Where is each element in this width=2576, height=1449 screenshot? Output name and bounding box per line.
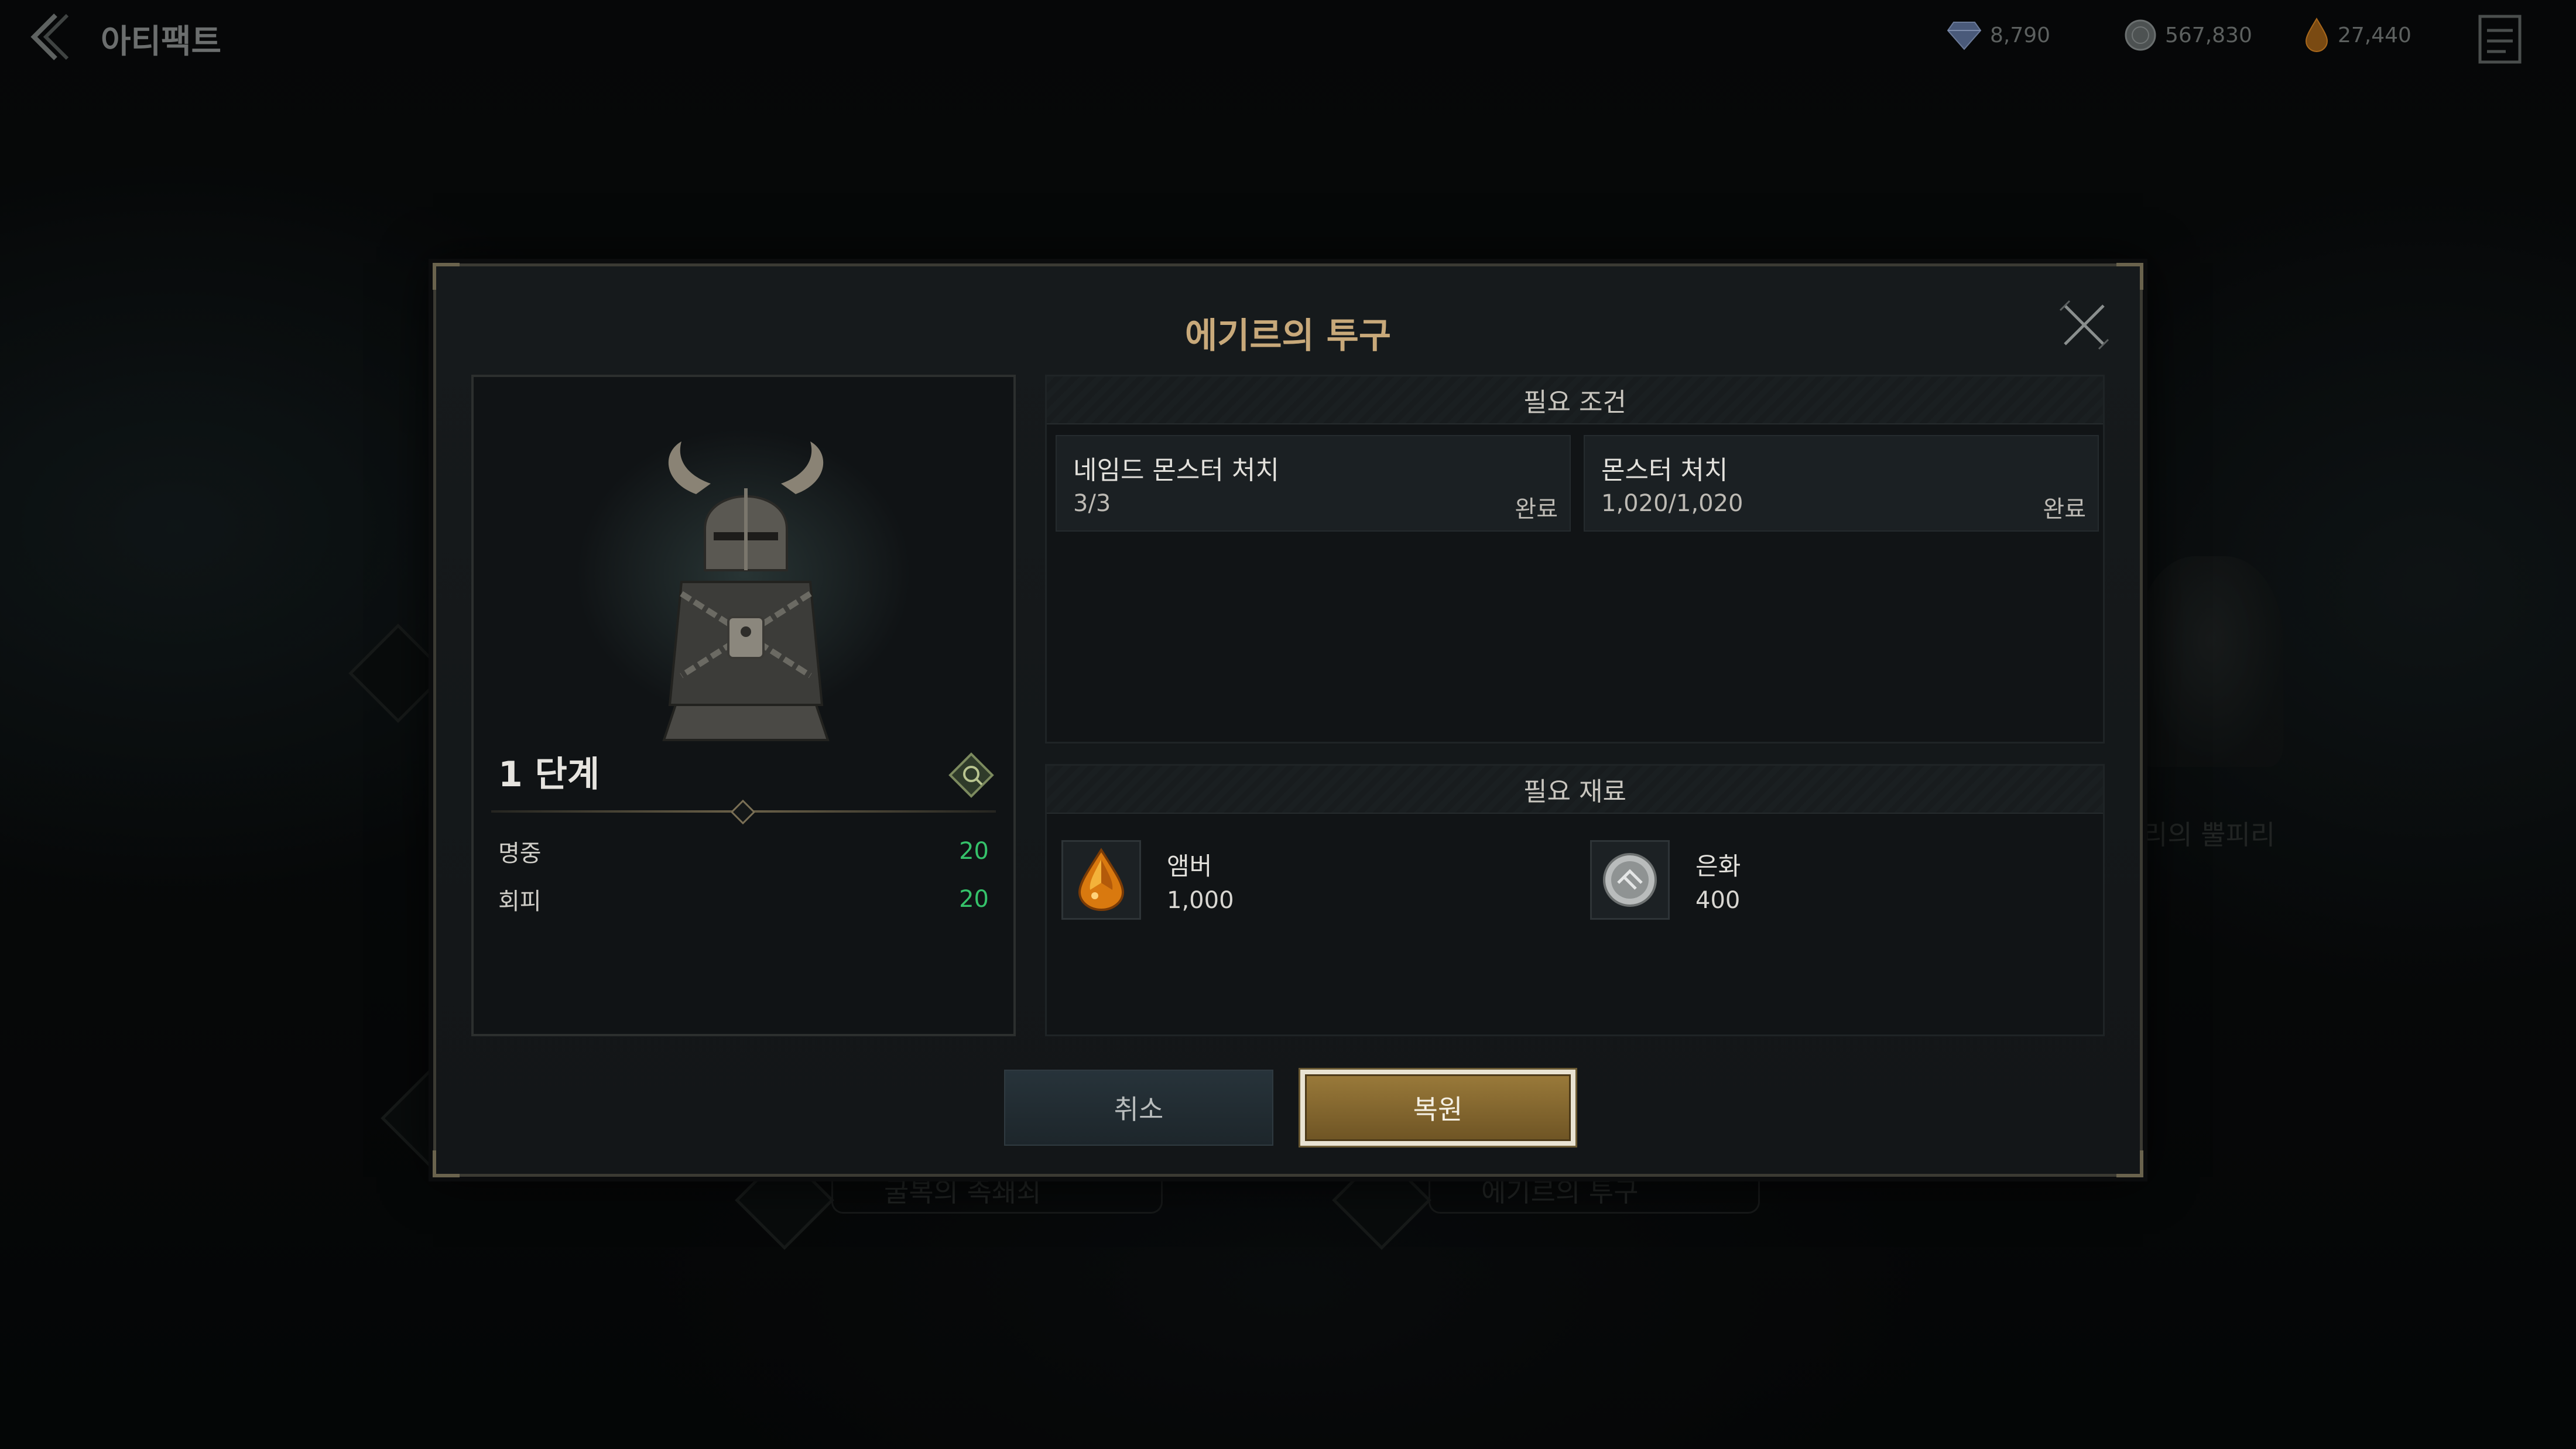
- amber-amount: 27,440: [2338, 23, 2411, 47]
- materials-section: 필요 재료 앰버 1,000 은화 400: [1045, 764, 2105, 1036]
- requirement-progress: 1,020/1,020: [1601, 490, 1743, 517]
- dialog-corner-ornament: [2116, 1150, 2143, 1177]
- artifact-preview-panel: 1 단계 명중 20 회피 20: [471, 375, 1016, 1036]
- menu-icon[interactable]: [2476, 13, 2523, 66]
- diamond-amount: 8,790: [1990, 23, 2051, 47]
- page-title: 아티팩트: [101, 23, 222, 61]
- silver-amount: 567,830: [2165, 23, 2252, 47]
- requirements-section: 필요 조건 네임드 몬스터 처치 3/3 완료 몬스터 처치 1,020/1,0…: [1045, 375, 2105, 744]
- dialog-corner-ornament: [2116, 263, 2143, 290]
- amber-gem-icon: [1078, 848, 1125, 911]
- currency-amber: 27,440: [2304, 18, 2411, 53]
- currency-silver: 567,830: [2124, 18, 2252, 53]
- amber-drop-icon: [2305, 18, 2328, 52]
- dialog-title: 에기르의 투구: [1184, 316, 1392, 357]
- artifact-stage-label: 1 단계: [498, 754, 600, 795]
- locate-diamond-icon[interactable]: [948, 752, 995, 799]
- back-arrow-icon[interactable]: [23, 11, 76, 63]
- requirement-card: 몬스터 처치 1,020/1,020 완료: [1584, 435, 2099, 532]
- silver-coin-icon: [2125, 19, 2156, 51]
- requirements-header: 필요 조건: [1047, 376, 2103, 424]
- cancel-button[interactable]: 취소: [1004, 1070, 1273, 1146]
- dialog-corner-ornament: [433, 263, 460, 290]
- requirement-status: 완료: [1515, 496, 1558, 523]
- silver-coin-icon: [1603, 853, 1657, 907]
- currency-diamond: 8,790: [1947, 18, 2050, 53]
- material-icon-frame: [1061, 840, 1141, 920]
- requirement-card: 네임드 몬스터 처치 3/3 완료: [1056, 435, 1571, 532]
- material-quantity: 1,000: [1167, 886, 1234, 914]
- material-item[interactable]: 은화 400: [1590, 836, 1741, 924]
- material-quantity: 400: [1695, 886, 1741, 914]
- stat-row-evasion: 회피 20: [498, 882, 989, 917]
- artifact-screen: 리의 뿔피리 굴복의 족쇄쇠 에기르의 투구 아티팩트 8,790 567,83…: [0, 0, 2576, 1449]
- material-icon-frame: [1590, 840, 1670, 920]
- requirement-status: 완료: [2043, 496, 2086, 523]
- material-name: 앰버: [1167, 851, 1212, 881]
- stat-value: 20: [959, 886, 989, 913]
- artifact-restore-dialog: 에기르의 투구 1 단계 명중 20 회피 20 필요 조건 네임드 몬스터 처…: [433, 263, 2143, 1177]
- stat-value: 20: [959, 838, 989, 865]
- restore-button[interactable]: 복원: [1300, 1070, 1575, 1146]
- divider-ornament: [730, 799, 756, 825]
- helmet-artifact-image: [662, 441, 830, 741]
- material-item[interactable]: 앰버 1,000: [1061, 836, 1234, 924]
- materials-header: 필요 재료: [1047, 766, 2103, 814]
- material-name: 은화: [1695, 851, 1741, 881]
- requirement-title: 네임드 몬스터 처치: [1073, 455, 1279, 485]
- stat-name: 회피: [498, 888, 542, 915]
- requirement-progress: 3/3: [1073, 490, 1111, 517]
- stat-name: 명중: [498, 840, 542, 867]
- stat-row-accuracy: 명중 20: [498, 834, 989, 869]
- dialog-corner-ornament: [433, 1150, 460, 1177]
- diamond-icon: [1947, 22, 1982, 50]
- close-icon[interactable]: [2058, 299, 2111, 351]
- requirement-title: 몬스터 처치: [1601, 455, 1728, 485]
